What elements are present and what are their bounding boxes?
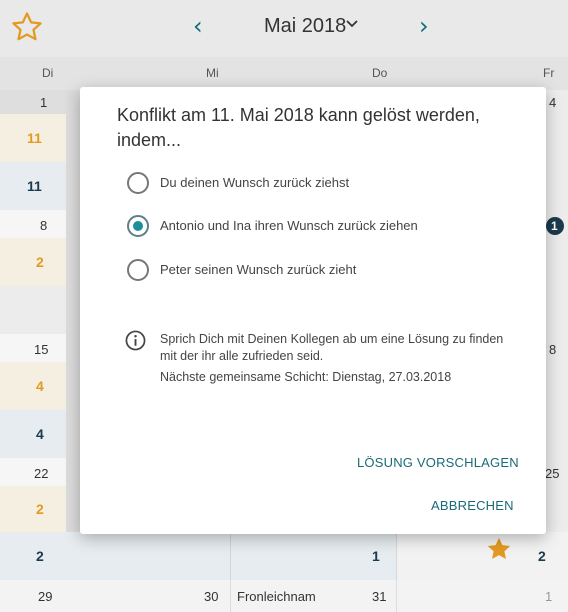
star-outline-icon[interactable] <box>10 10 44 44</box>
day-cell[interactable] <box>0 362 66 410</box>
weekday-tue: Di <box>42 66 54 80</box>
badge-count: 1 <box>551 219 558 233</box>
info-text: Sprich Dich mit Deinen Kollegen ab um ei… <box>160 332 504 363</box>
day-cell[interactable] <box>0 286 66 334</box>
shift-count: 2 <box>538 548 546 564</box>
shift-count: 4 <box>36 426 44 442</box>
day-number: 1 <box>40 95 48 110</box>
holiday-label: Fronleichnam <box>237 589 316 604</box>
day-cell[interactable] <box>0 334 66 362</box>
day-cell[interactable] <box>0 238 66 286</box>
weekday-wed: Mi <box>206 66 219 80</box>
radio-option-1[interactable] <box>127 172 149 194</box>
shift-count: 11 <box>27 178 42 194</box>
day-cell[interactable] <box>0 90 66 114</box>
propose-solution-button[interactable]: LÖSUNG VORSCHLAGEN <box>357 455 519 470</box>
weekday-row <box>0 57 568 90</box>
divider <box>230 580 231 612</box>
day-number: 31 <box>372 589 387 604</box>
shift-count: 2 <box>36 254 44 270</box>
day-cell[interactable] <box>0 458 66 486</box>
day-cell[interactable] <box>0 210 66 238</box>
option-label[interactable]: Antonio und Ina ihren Wunsch zurück zieh… <box>160 218 418 233</box>
option-label[interactable]: Peter seinen Wunsch zurück zieht <box>160 262 356 277</box>
radio-option-2[interactable] <box>127 215 149 237</box>
shift-count: 2 <box>36 548 44 564</box>
day-number: 8 <box>40 218 48 233</box>
shift-count: 11 <box>27 130 42 146</box>
day-number: 4 <box>549 95 557 110</box>
day-number: 22 <box>34 466 49 481</box>
day-cell[interactable] <box>0 410 66 458</box>
divider <box>396 580 397 612</box>
month-title[interactable]: Mai 2018 <box>264 15 346 38</box>
next-shift-text: Nächste gemeinsame Schicht: Dienstag, 27… <box>160 370 452 384</box>
day-cell[interactable] <box>0 532 230 580</box>
chevron-down-icon[interactable] <box>345 19 359 29</box>
day-number: 1 <box>545 589 553 604</box>
cancel-button[interactable]: ABBRECHEN <box>431 498 514 513</box>
shift-count: 1 <box>372 548 380 564</box>
weekday-thu: Do <box>372 66 388 80</box>
shift-count: 4 <box>36 378 44 394</box>
shift-count: 2 <box>36 501 44 517</box>
day-number: 8 <box>549 342 557 357</box>
option-label[interactable]: Du deinen Wunsch zurück ziehst <box>160 175 349 190</box>
day-number: 30 <box>204 589 219 604</box>
next-month-button[interactable]: › <box>419 12 429 40</box>
day-cell[interactable] <box>66 90 80 532</box>
day-cell[interactable] <box>0 486 66 532</box>
day-number: 25 <box>545 466 560 481</box>
prev-month-button[interactable]: ‹ <box>193 12 203 40</box>
radio-option-3[interactable] <box>127 259 149 281</box>
day-number: 29 <box>38 589 53 604</box>
dialog-title: Konflikt am 11. Mai 2018 kann gelöst wer… <box>117 105 480 150</box>
star-icon <box>487 537 511 560</box>
day-number: 15 <box>34 342 49 357</box>
info-icon <box>125 330 146 351</box>
weekday-fri: Fr <box>543 66 555 80</box>
